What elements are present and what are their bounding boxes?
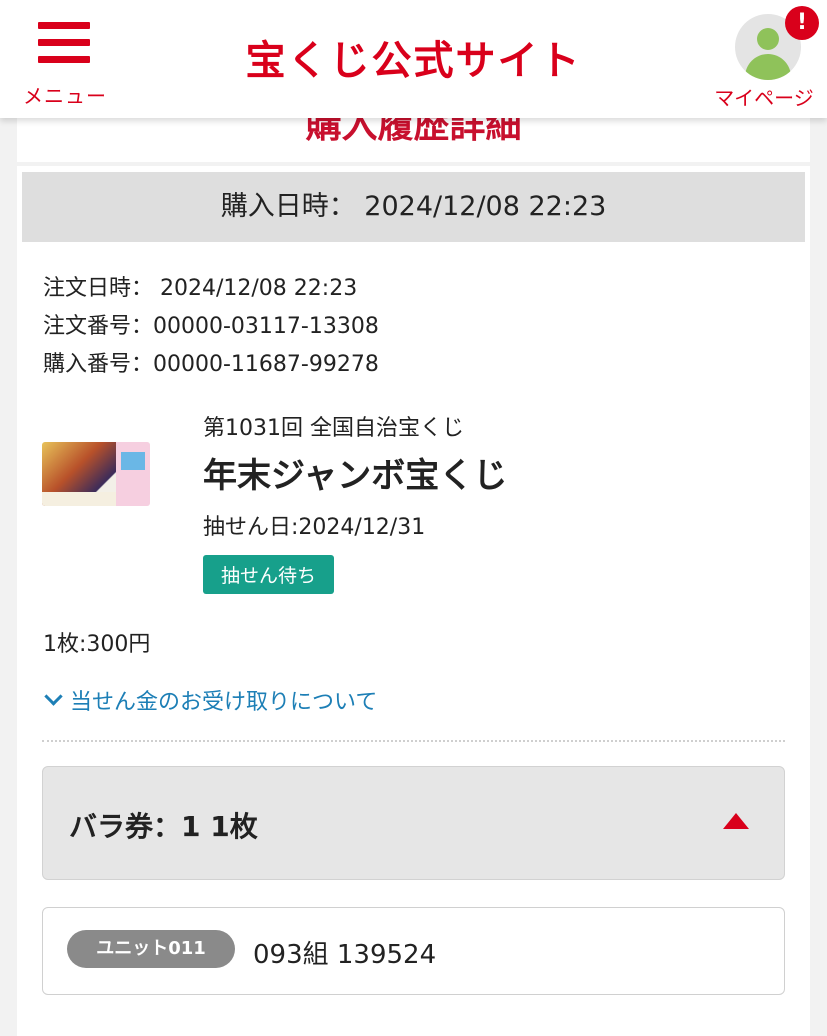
lottery-round: 第1031回 全国自治宝くじ xyxy=(203,416,464,441)
ticket-row: ユニット011 093組 139524 xyxy=(42,907,785,995)
purchase-number: 購入番号：00000-11687-99278 xyxy=(43,352,379,377)
ticket-number: 093組 139524 xyxy=(253,940,437,970)
prize-info-link-label: 当せん金のお受け取りについて xyxy=(70,690,378,715)
purchase-datetime-bar: 購入日時： 2024/12/08 22:23 xyxy=(22,172,805,242)
prize-info-link[interactable]: 当せん金のお受け取りについて xyxy=(43,684,377,716)
order-info: 注文日時： 2024/12/08 22:23 注文番号：00000-03117-… xyxy=(43,270,379,384)
lottery-ticket-image xyxy=(42,442,150,506)
price-per-ticket: 1枚:300円 xyxy=(43,632,151,657)
triangle-up-icon[interactable] xyxy=(723,813,749,829)
ticket-type-accordion[interactable]: バラ券：1 1枚 xyxy=(42,766,785,880)
unit-badge: ユニット011 xyxy=(67,930,235,968)
chevron-down-icon xyxy=(44,687,63,706)
lottery-name: 年末ジャンボ宝くじ xyxy=(203,456,508,496)
page-heading-section: 購入履歴詳細 xyxy=(17,118,810,162)
mypage-label: マイページ xyxy=(714,86,814,110)
draw-date: 抽せん日:2024/12/31 xyxy=(203,515,426,540)
ticket-type-label: バラ券：1 1枚 xyxy=(69,810,258,843)
divider xyxy=(42,740,785,742)
order-datetime: 注文日時： 2024/12/08 22:23 xyxy=(43,276,358,301)
purchase-detail-card: 購入日時： 2024/12/08 22:23 注文日時： 2024/12/08 … xyxy=(17,166,810,1036)
notification-badge: ! xyxy=(785,6,819,40)
order-number: 注文番号：00000-03117-13308 xyxy=(43,314,379,339)
lottery-info: 第1031回 全国自治宝くじ 年末ジャンボ宝くじ 抽せん日:2024/12/31… xyxy=(203,410,507,594)
mypage-button[interactable]: ! マイページ xyxy=(705,6,823,110)
page-title: 購入履歴詳細 xyxy=(305,118,522,146)
header: メニュー 宝くじ公式サイト ! マイページ xyxy=(0,0,827,118)
status-badge: 抽せん待ち xyxy=(203,555,335,594)
site-title-logo[interactable]: 宝くじ公式サイト xyxy=(0,28,827,86)
